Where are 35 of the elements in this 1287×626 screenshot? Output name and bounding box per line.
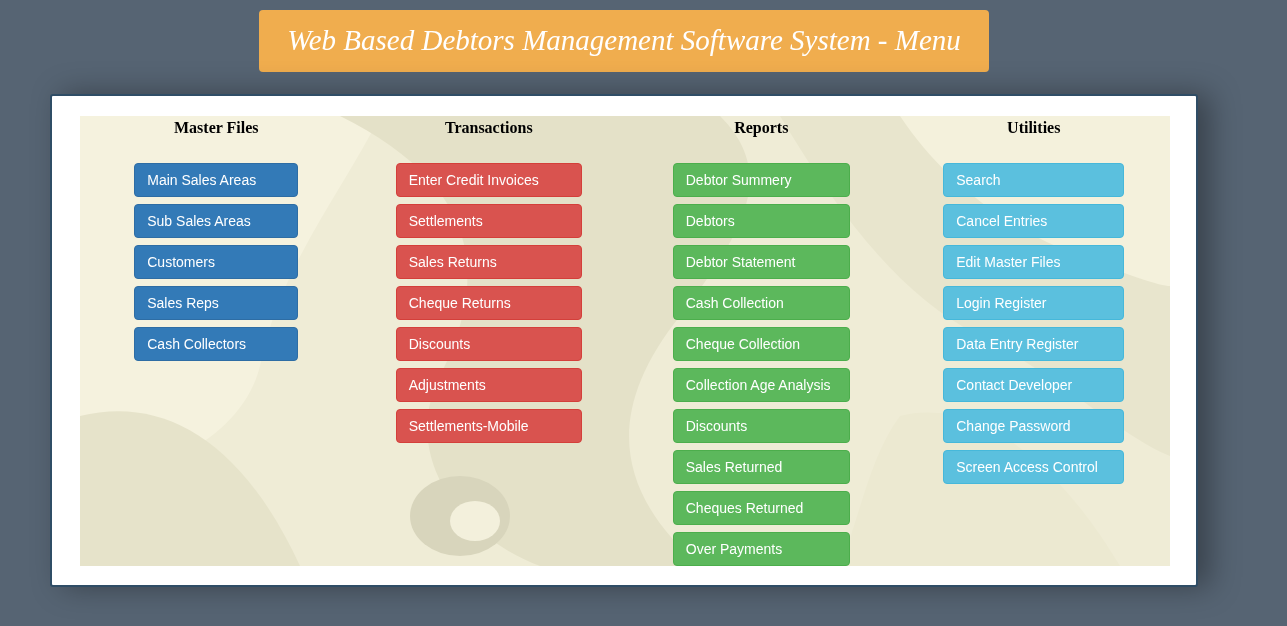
menu-button[interactable]: Contact Developer (943, 368, 1125, 402)
menu-button[interactable]: Discounts (672, 409, 850, 443)
column-heading: Reports (734, 118, 789, 139)
menu-button[interactable]: Enter Credit Invoices (395, 163, 582, 197)
column-heading: Utilities (1007, 118, 1061, 138)
menu-button[interactable]: Over Payments (672, 532, 850, 566)
menu-button[interactable]: Edit Master Files (943, 245, 1125, 279)
menu-button[interactable]: Sub Sales Areas (134, 204, 299, 238)
menu-button[interactable]: Change Password (943, 409, 1125, 443)
menu-button[interactable]: Login Register (943, 286, 1125, 320)
menu-button[interactable]: Discounts (395, 327, 582, 361)
menu-button[interactable]: Search (943, 163, 1125, 197)
menu-button[interactable]: Screen Access Control (943, 450, 1125, 484)
menu-button[interactable]: Cash Collectors (134, 327, 299, 361)
menu-button[interactable]: Cancel Entries (943, 204, 1125, 238)
menu-button[interactable]: Settlements (395, 204, 582, 238)
menu-button[interactable]: Sales Reps (134, 286, 299, 320)
menu-button[interactable]: Debtor Summery (672, 163, 850, 197)
menu-button[interactable]: Cash Collection (672, 286, 850, 320)
menu-button[interactable]: Data Entry Register (943, 327, 1125, 361)
menu-button[interactable]: Cheques Returned (672, 491, 850, 525)
menu-button[interactable]: Collection Age Analysis (672, 368, 850, 402)
column-heading: Master Files (173, 118, 259, 138)
menu-button[interactable]: Sales Returned (672, 450, 850, 484)
menu-button[interactable]: Debtor Statement (672, 245, 850, 279)
menu-button[interactable]: Sales Returns (395, 245, 582, 279)
page-title: Web Based Debtors Management Software System - Menu (259, 10, 989, 72)
column-heading: Transactions (444, 118, 533, 138)
menu-button[interactable]: Debtors (672, 204, 850, 238)
menu-button[interactable]: Cheque Returns (395, 286, 582, 320)
menu-button[interactable]: Settlements-Mobile (395, 409, 582, 443)
menu-button[interactable]: Customers (134, 245, 299, 279)
menu-button[interactable]: Main Sales Areas (134, 163, 299, 197)
menu-button[interactable]: Adjustments (395, 368, 582, 402)
menu-button[interactable]: Cheque Collection (672, 327, 850, 361)
